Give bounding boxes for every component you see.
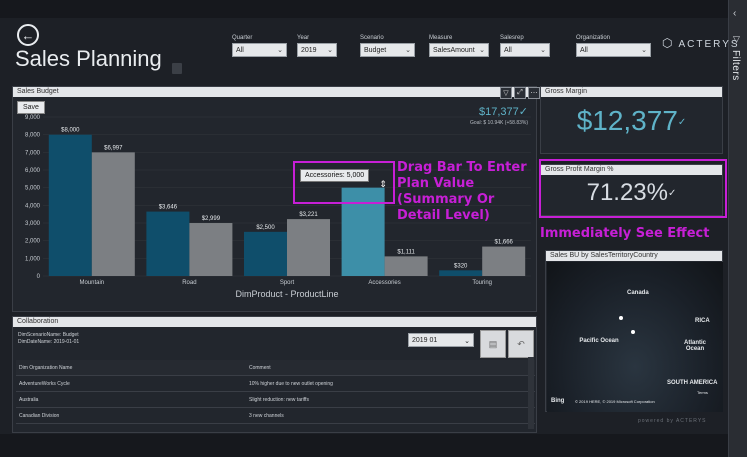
collaboration-panel: Collaboration DimScenarioName: Budget Di… — [12, 316, 537, 433]
gross-margin-card: Gross Margin $12,377✓ — [540, 86, 723, 154]
checkmark-icon: ✓ — [677, 117, 687, 129]
map-terms-link[interactable]: Terms — [697, 390, 708, 395]
slicer-organization[interactable]: Organization All ⌄ — [576, 35, 651, 57]
data-label: $1,111 — [397, 249, 415, 255]
chart-bar[interactable] — [48, 134, 92, 276]
slicer-measure[interactable]: Measure SalesAmount ⌄ — [429, 35, 489, 57]
tooltip-highlight — [293, 161, 395, 204]
undo-icon: ↶ — [517, 338, 525, 349]
x-tick-label: Road — [182, 280, 196, 286]
effect-annotation: Immediately See Effect — [540, 226, 710, 241]
chevron-down-icon: ⌄ — [479, 47, 485, 54]
map-label: SOUTH AMERICA — [667, 380, 718, 386]
slicer-salesrep[interactable]: Salesrep All ⌄ — [500, 35, 550, 57]
chevron-down-icon: ⌄ — [277, 47, 283, 54]
chevron-down-icon: ⌄ — [327, 47, 333, 54]
gross-margin-value: $12,377✓ — [576, 105, 687, 136]
y-tick-label: 6,000 — [25, 168, 41, 174]
save-comment-button[interactable]: ▤ — [480, 330, 506, 358]
chart-bar[interactable] — [482, 246, 526, 276]
collaboration-context: DimScenarioName: Budget DimDateName: 201… — [18, 332, 80, 345]
map-label: Pacific Ocean — [579, 338, 619, 344]
slicer-scenario[interactable]: Scenario Budget ⌄ — [360, 35, 415, 57]
chevron-left-icon[interactable]: ‹ — [733, 8, 736, 19]
chevron-down-icon: ⌄ — [405, 47, 411, 54]
powered-by: powered by ACTERYS — [638, 418, 707, 424]
y-tick-label: 7,000 — [25, 150, 41, 156]
x-tick-label: Sport — [280, 280, 295, 286]
period-select[interactable]: 2019 01 ⌄ — [408, 333, 474, 347]
hexagon-icon: ⬡ — [662, 36, 675, 50]
gpm-highlight — [539, 159, 727, 218]
map-bubble[interactable] — [631, 330, 635, 334]
table-row[interactable]: Canadian Division 3 new channels — [16, 408, 535, 424]
chart-bar[interactable] — [439, 270, 483, 276]
y-tick-label: 9,000 — [25, 115, 41, 121]
back-arrow-icon[interactable]: ← — [17, 24, 39, 46]
y-tick-label: 0 — [37, 274, 41, 280]
filters-pane[interactable]: ‹ ▽ Filters — [728, 0, 747, 457]
x-tick-label: Touring — [472, 280, 492, 286]
map-label: RICA — [695, 318, 710, 324]
chart-bar[interactable] — [189, 223, 233, 276]
chevron-down-icon: ⌄ — [641, 47, 647, 54]
drag-annotation: Drag Bar To Enter Plan Value (Summary Or… — [397, 160, 527, 223]
y-tick-label: 2,000 — [25, 239, 41, 245]
data-label: $2,500 — [256, 225, 275, 231]
y-tick-label: 5,000 — [25, 186, 41, 192]
chart-bar[interactable] — [384, 256, 428, 276]
gross-margin-header: Gross Margin — [541, 87, 722, 97]
grid-header-row: Dim Organization Name Comment — [16, 360, 535, 376]
comments-grid: Dim Organization Name Comment AdventureW… — [16, 360, 535, 424]
vertical-scrollbar[interactable] — [528, 357, 534, 429]
chart-bar[interactable] — [146, 211, 190, 276]
x-tick-label: Accessories — [368, 280, 400, 286]
x-axis-title: DimProduct - ProductLine — [235, 289, 338, 299]
sales-map-panel: Sales BU by SalesTerritoryCountry Canada… — [545, 250, 723, 412]
data-label: $320 — [454, 263, 468, 269]
chevron-down-icon: ⌄ — [540, 47, 546, 54]
data-label: $8,000 — [61, 128, 80, 134]
data-label: $6,997 — [104, 145, 123, 151]
bing-logo: Bing — [551, 398, 565, 404]
floppy-disk-icon: ▤ — [488, 338, 498, 349]
chart-bar[interactable] — [91, 152, 135, 276]
slicer-year[interactable]: Year 2019 ⌄ — [297, 35, 337, 57]
x-tick-label: Mountain — [79, 280, 104, 286]
data-label: $2,999 — [202, 216, 221, 222]
document-icon[interactable] — [172, 63, 182, 74]
slicer-quarter[interactable]: Quarter All ⌄ — [232, 35, 287, 57]
filters-label[interactable]: Filters — [730, 50, 741, 81]
data-label: $3,221 — [299, 212, 318, 218]
chevron-down-icon: ⌄ — [464, 338, 470, 345]
y-tick-label: 3,000 — [25, 221, 41, 227]
undo-button[interactable]: ↶ — [508, 330, 534, 358]
y-tick-label: 4,000 — [25, 203, 41, 209]
map-attribution: © 2019 HERE, © 2019 Microsoft Corporatio… — [575, 399, 655, 404]
chart-bar[interactable] — [287, 219, 330, 276]
top-strip — [0, 0, 728, 18]
page-title: Sales Planning — [15, 46, 162, 71]
map-header: Sales BU by SalesTerritoryCountry — [546, 251, 722, 261]
data-label: $1,666 — [495, 240, 514, 246]
y-tick-label: 1,000 — [25, 256, 41, 262]
map-bubble[interactable] — [619, 316, 623, 320]
data-label: $3,646 — [159, 205, 178, 211]
map-label: Canada — [627, 290, 649, 296]
map-label: Atlantic Ocean — [683, 340, 706, 352]
table-row[interactable]: AdventureWorks Cycle 10% higher due to n… — [16, 376, 535, 392]
chart-bar[interactable] — [244, 231, 287, 276]
world-map[interactable]: Canada RICA Pacific Ocean Atlantic Ocean… — [547, 262, 723, 412]
bottom-strip — [0, 434, 728, 457]
y-tick-label: 8,000 — [25, 133, 41, 139]
table-row[interactable]: Australia Slight reduction: new tariffs — [16, 392, 535, 408]
collaboration-header: Collaboration — [13, 317, 536, 327]
acterys-logo: ⬡ ACTERYS — [662, 36, 740, 50]
